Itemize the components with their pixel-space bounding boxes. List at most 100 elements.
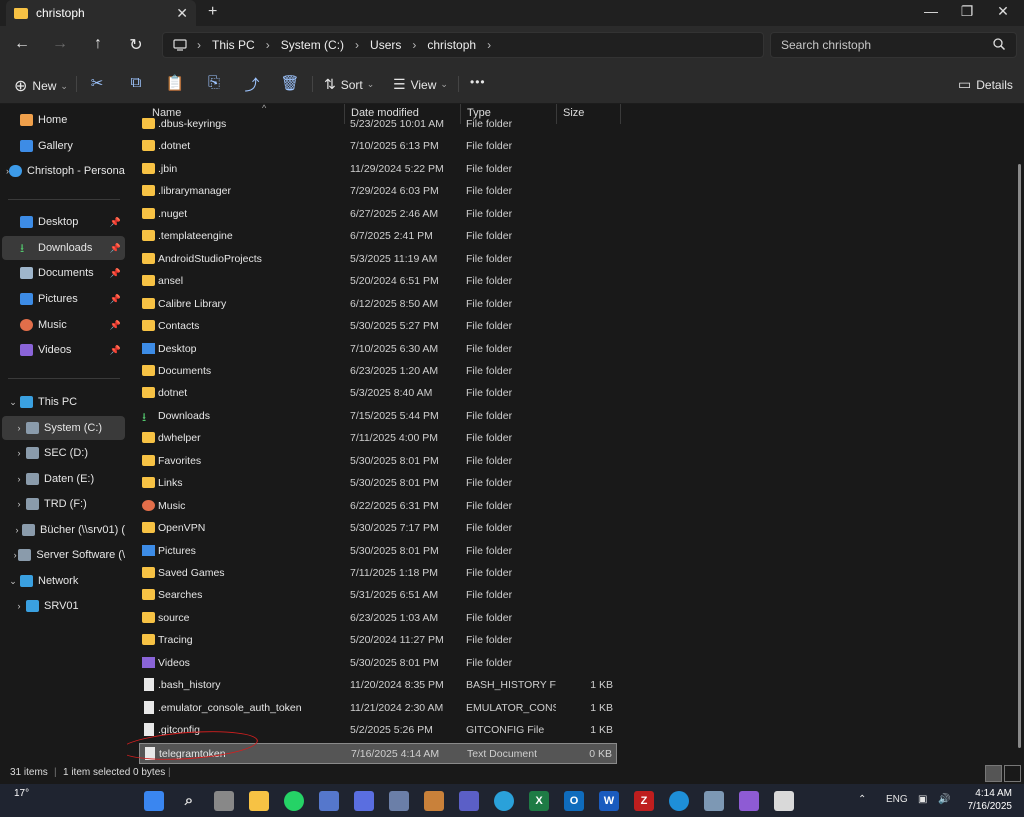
file-row[interactable]: .nuget 6/27/2025 2:46 AM File folder — [139, 204, 617, 225]
file-row[interactable]: Links 5/30/2025 8:01 PM File folder — [139, 473, 617, 494]
breadcrumb-chevron-icon[interactable]: › — [487, 38, 491, 52]
excel-icon[interactable]: X — [529, 791, 549, 811]
sort-button[interactable]: ⇅ Sort ⌄ — [324, 76, 374, 93]
file-row[interactable]: Contacts 5/30/2025 5:27 PM File folder — [139, 316, 617, 337]
volume-icon[interactable]: 🔊 — [938, 794, 950, 805]
breadcrumb-system-c[interactable]: System (C:) — [281, 38, 344, 52]
file-explorer-icon[interactable] — [249, 791, 269, 811]
sidebar-item-music[interactable]: Music 📌 — [2, 313, 125, 337]
sidebar-item-network[interactable]: ⌄ Network — [2, 569, 125, 593]
copy-icon[interactable]: ⧉ — [125, 74, 147, 94]
rename-icon[interactable]: ⎘ — [203, 74, 225, 94]
file-row[interactable]: Calibre Library 6/12/2025 8:50 AM File fol… — [139, 294, 617, 315]
filezilla-icon[interactable]: Z — [634, 791, 654, 811]
sidebar-item-pictures[interactable]: Pictures 📌 — [2, 287, 125, 311]
back-arrow-icon[interactable]: ← — [12, 35, 32, 53]
forward-arrow-icon[interactable]: → — [50, 35, 70, 53]
sidebar-item-documents[interactable]: Documents 📌 — [2, 261, 125, 285]
whatsapp-icon[interactable] — [284, 791, 304, 811]
sidebar-item-server-software[interactable]: › Server Software (\ — [2, 543, 125, 567]
large-icons-view-icon[interactable] — [1004, 765, 1021, 782]
share-icon[interactable]: ⤴ — [241, 74, 263, 94]
sidebar-item-home[interactable]: Home — [2, 108, 125, 132]
sidebar-item-gallery[interactable]: Gallery — [2, 134, 125, 158]
file-row[interactable]: Pictures 5/30/2025 8:01 PM File folder — [139, 541, 617, 562]
more-options-button[interactable]: ••• — [470, 75, 486, 89]
file-row[interactable]: .templateengine 6/7/2025 2:41 PM File fold… — [139, 226, 617, 247]
file-row[interactable]: .dotnet 7/10/2025 6:13 PM File folder — [139, 136, 617, 157]
sidebar-item-downloads[interactable]: ⭳ Downloads 📌 — [2, 236, 125, 260]
chevron-down-icon[interactable]: ⌄ — [6, 397, 20, 408]
file-row[interactable]: Saved Games 7/11/2025 1:18 PM File folder — [139, 563, 617, 584]
chevron-right-icon[interactable]: › — [12, 448, 26, 458]
cut-icon[interactable]: ✂ — [86, 74, 108, 94]
breadcrumb-users[interactable]: Users — [370, 38, 401, 52]
file-row[interactable]: source 6/23/2025 1:03 AM File folder — [139, 608, 617, 629]
save-app-icon[interactable] — [354, 791, 374, 811]
vertical-scrollbar[interactable] — [1018, 164, 1021, 748]
app-icon[interactable] — [319, 791, 339, 811]
breadcrumb-this-pc[interactable]: This PC — [212, 38, 255, 52]
file-row[interactable]: .librarymanager 7/29/2024 6:03 PM File fol… — [139, 181, 617, 202]
weather-widget[interactable]: 17° — [14, 788, 29, 799]
close-button[interactable]: ✕ — [988, 3, 1018, 20]
file-row[interactable]: AndroidStudioProjects 5/3/2025 11:19 AM Fi… — [139, 249, 617, 270]
maximize-button[interactable]: ❐ — [952, 3, 982, 20]
network-status-icon[interactable]: ▣ — [918, 794, 927, 805]
sidebar-item-sec-d[interactable]: › SEC (D:) — [2, 441, 125, 465]
file-row[interactable]: ⭳ Downloads 7/15/2025 5:44 PM File folder — [139, 406, 617, 427]
search-input[interactable]: Search christoph — [781, 38, 871, 52]
file-row[interactable]: .dbus-keyrings 5/23/2025 10:01 AM File fol… — [139, 114, 617, 135]
word-icon[interactable]: W — [599, 791, 619, 811]
network-app-icon[interactable] — [389, 791, 409, 811]
sidebar-item-desktop[interactable]: Desktop 📌 — [2, 210, 125, 234]
new-button[interactable]: ⊕ New ⌄ — [14, 76, 68, 96]
search-box[interactable]: Search christoph — [770, 32, 1017, 58]
library-icon[interactable] — [424, 791, 444, 811]
file-row[interactable]: Favorites 5/30/2025 8:01 PM File folder — [139, 451, 617, 472]
sidebar-item-this-pc[interactable]: ⌄ This PC — [2, 390, 125, 414]
details-button[interactable]: ▭ Details — [958, 76, 1013, 93]
new-tab-button[interactable]: + — [208, 3, 217, 21]
minimize-button[interactable]: — — [916, 3, 946, 19]
sidebar-item-trd-f[interactable]: › TRD (F:) — [2, 492, 125, 516]
chevron-up-icon[interactable]: ⌃ — [858, 794, 866, 805]
close-tab-icon[interactable]: ✕ — [176, 5, 188, 22]
file-row[interactable]: .emulator_console_auth_token 11/21/2024 2… — [139, 698, 617, 719]
delete-icon[interactable]: 🗑 — [279, 74, 301, 94]
clock[interactable]: 4:14 AM 7/16/2025 — [968, 787, 1013, 813]
file-row[interactable]: dwhelper 7/11/2025 4:00 PM File folder — [139, 428, 617, 449]
file-row[interactable]: Documents 6/23/2025 1:20 AM File folder — [139, 361, 617, 382]
refresh-icon[interactable]: ↻ — [126, 35, 146, 55]
sidebar-item-srv01[interactable]: › SRV01 — [2, 594, 125, 618]
file-row[interactable]: .jbin 11/29/2024 5:22 PM File folder — [139, 159, 617, 180]
file-row[interactable]: OpenVPN 5/30/2025 7:17 PM File folder — [139, 518, 617, 539]
chevron-right-icon[interactable]: › — [12, 499, 26, 509]
search-icon[interactable]: ⌕ — [179, 791, 199, 811]
paste-icon[interactable]: 📋 — [164, 74, 186, 94]
task-view-icon[interactable] — [214, 791, 234, 811]
start-icon[interactable] — [144, 791, 164, 811]
teams-icon[interactable] — [459, 791, 479, 811]
postgres-icon[interactable] — [704, 791, 724, 811]
chevron-right-icon[interactable]: › — [12, 525, 22, 535]
address-bar[interactable]: › This PC › System (C:) › Users › christ… — [162, 32, 764, 58]
chevron-right-icon[interactable]: › — [12, 474, 26, 484]
file-row[interactable]: Tracing 5/20/2024 11:27 PM File folder — [139, 630, 617, 651]
chevron-down-icon[interactable]: ⌄ — [6, 576, 20, 587]
chevron-right-icon[interactable]: › — [12, 423, 26, 433]
sidebar-item-buecher[interactable]: › Bücher (\\srv01) ( — [2, 518, 125, 542]
details-view-icon[interactable] — [985, 765, 1002, 782]
edge-icon[interactable] — [669, 791, 689, 811]
file-row[interactable]: Searches 5/31/2025 6:51 AM File folder — [139, 585, 617, 606]
file-row[interactable]: .bash_history 11/20/2024 8:35 PM BASH_HIST… — [139, 675, 617, 696]
file-row[interactable]: Desktop 7/10/2025 6:30 AM File folder — [139, 339, 617, 360]
sidebar-item-onedrive[interactable]: › Christoph - Personal — [2, 159, 125, 183]
visual-studio-icon[interactable] — [739, 791, 759, 811]
tab-christoph[interactable]: christoph ✕ — [6, 0, 196, 26]
file-row[interactable]: Videos 5/30/2025 8:01 PM File folder — [139, 653, 617, 674]
chevron-right-icon[interactable]: › — [12, 601, 26, 611]
file-row[interactable]: ansel 5/20/2024 6:51 PM File folder — [139, 271, 617, 292]
file-row[interactable]: dotnet 5/3/2025 8:40 AM File folder — [139, 383, 617, 404]
sidebar-item-daten-e[interactable]: › Daten (E:) — [2, 467, 125, 491]
